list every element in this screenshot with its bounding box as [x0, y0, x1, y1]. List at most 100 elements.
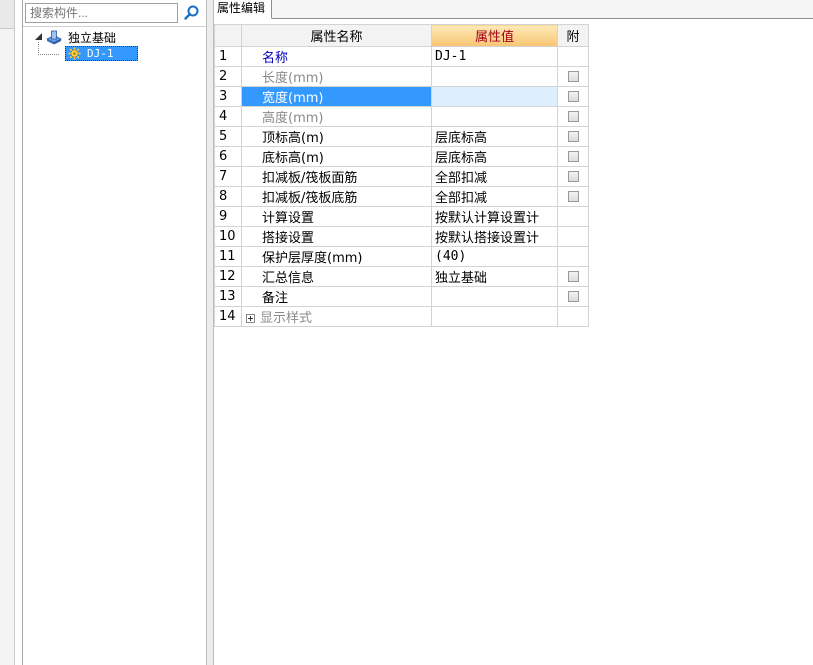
row-number: 6	[214, 146, 242, 167]
attach-cell[interactable]	[557, 106, 589, 127]
attach-cell[interactable]	[557, 126, 589, 147]
property-name-cell[interactable]: 汇总信息	[241, 266, 432, 287]
property-name-cell[interactable]: 长度(mm)	[241, 66, 432, 87]
attach-cell[interactable]	[557, 66, 589, 87]
left-edge-notch	[0, 0, 14, 29]
attach-cell	[557, 306, 589, 327]
attach-checkbox[interactable]	[567, 171, 579, 182]
property-name-cell[interactable]: 计算设置	[241, 206, 432, 227]
attach-checkbox[interactable]	[567, 291, 579, 302]
property-value-cell[interactable]: 独立基础	[431, 266, 558, 287]
tab-bar: 属性编辑	[214, 0, 813, 19]
attach-cell[interactable]	[557, 166, 589, 187]
row-number: 3	[214, 86, 242, 107]
row-number: 7	[214, 166, 242, 187]
attach-checkbox[interactable]	[567, 151, 579, 162]
property-value-cell[interactable]	[431, 306, 558, 327]
attach-cell	[557, 226, 589, 247]
property-value-cell[interactable]	[431, 86, 558, 107]
collapse-triangle-icon[interactable]	[35, 33, 43, 41]
row-number: 10	[214, 226, 242, 247]
attach-cell[interactable]	[557, 186, 589, 207]
attach-checkbox[interactable]	[567, 111, 579, 122]
property-value-cell[interactable]: 按默认计算设置计	[431, 206, 558, 227]
table-row[interactable]: 12 汇总信息 独立基础	[214, 266, 589, 287]
expand-plus-icon[interactable]	[246, 314, 255, 323]
table-row[interactable]: 9 计算设置 按默认计算设置计	[214, 206, 589, 227]
attach-cell[interactable]	[557, 286, 589, 307]
row-number: 13	[214, 286, 242, 307]
property-name-cell[interactable]: 顶标高(m)	[241, 126, 432, 147]
row-number: 14	[214, 306, 242, 327]
property-value-cell[interactable]	[431, 286, 558, 307]
property-grid: 属性名称 属性值 附 1 名称 DJ-1 2 长度(mm) 3 宽度(mm) 4 高度(mm) 5…	[214, 24, 589, 327]
row-number: 4	[214, 106, 242, 127]
table-row[interactable]: 13 备注	[214, 286, 589, 307]
property-name-cell[interactable]: 备注	[241, 286, 432, 307]
property-name-cell[interactable]: 保护层厚度(mm)	[241, 246, 432, 267]
table-row[interactable]: 7 扣减板/筏板面筋 全部扣减	[214, 166, 589, 187]
attach-header[interactable]: 附	[557, 24, 589, 47]
row-number: 8	[214, 186, 242, 207]
row-number: 1	[214, 46, 242, 67]
tab-property-editor[interactable]: 属性编辑	[214, 0, 272, 19]
attach-cell[interactable]	[557, 146, 589, 167]
tree-root-label[interactable]: 独立基础	[68, 30, 116, 46]
property-name-label: 扣减板/筏板底筋	[262, 191, 358, 206]
property-value-cell[interactable]: DJ-1	[431, 46, 558, 67]
table-row[interactable]: 2 长度(mm)	[214, 66, 589, 87]
attach-cell	[557, 246, 589, 267]
table-row[interactable]: 8 扣减板/筏板底筋 全部扣减	[214, 186, 589, 207]
property-name-cell[interactable]: 扣减板/筏板底筋	[241, 186, 432, 207]
table-row[interactable]: 3 宽度(mm)	[214, 86, 589, 107]
grid-header-row: 属性名称 属性值 附	[214, 24, 589, 47]
search-icon[interactable]	[183, 4, 201, 22]
table-row[interactable]: 14 显示样式	[214, 306, 589, 327]
property-name-label: 宽度(mm)	[262, 91, 324, 106]
property-name-cell[interactable]: 扣减板/筏板面筋	[241, 166, 432, 187]
attach-cell	[557, 206, 589, 227]
table-row[interactable]: 1 名称 DJ-1	[214, 46, 589, 67]
property-name-cell[interactable]: 搭接设置	[241, 226, 432, 247]
table-row[interactable]: 6 底标高(m) 层底标高	[214, 146, 589, 167]
property-value-cell[interactable]	[431, 106, 558, 127]
component-tree-panel: 独立基础 DJ-1	[22, 0, 207, 665]
property-name-cell[interactable]: 显示样式	[241, 306, 432, 327]
property-name-label: 长度(mm)	[262, 71, 324, 86]
table-row[interactable]: 4 高度(mm)	[214, 106, 589, 127]
panel-splitter[interactable]	[206, 0, 214, 665]
property-name-header[interactable]: 属性名称	[241, 24, 432, 47]
attach-checkbox[interactable]	[567, 191, 579, 202]
search-input[interactable]	[25, 3, 178, 23]
attach-cell	[557, 46, 589, 67]
property-name-label: 底标高(m)	[262, 151, 324, 166]
tree-item-dj-1[interactable]: DJ-1	[65, 46, 138, 61]
property-name-cell[interactable]: 底标高(m)	[241, 146, 432, 167]
property-value-cell[interactable]: 层底标高	[431, 126, 558, 147]
table-row[interactable]: 5 顶标高(m) 层底标高	[214, 126, 589, 147]
property-name-label: 显示样式	[260, 311, 313, 326]
property-name-cell[interactable]: 名称	[241, 46, 432, 67]
table-row[interactable]: 10 搭接设置 按默认搭接设置计	[214, 226, 589, 247]
attach-cell[interactable]	[557, 86, 589, 107]
attach-checkbox[interactable]	[567, 71, 579, 82]
left-edge-panel	[0, 0, 15, 665]
attach-checkbox[interactable]	[567, 271, 579, 282]
table-row[interactable]: 11 保护层厚度(mm) (40)	[214, 246, 589, 267]
property-name-label: 高度(mm)	[262, 111, 324, 126]
property-value-cell[interactable]: 层底标高	[431, 146, 558, 167]
property-value-cell[interactable]: 按默认搭接设置计	[431, 226, 558, 247]
attach-checkbox[interactable]	[567, 131, 579, 142]
property-value-header[interactable]: 属性值	[431, 24, 558, 47]
row-number: 5	[214, 126, 242, 147]
property-name-label: 扣减板/筏板面筋	[262, 171, 358, 186]
tree-divider	[23, 26, 206, 27]
property-name-cell[interactable]: 宽度(mm)	[241, 86, 432, 107]
attach-cell[interactable]	[557, 266, 589, 287]
property-value-cell[interactable]: 全部扣减	[431, 166, 558, 187]
property-value-cell[interactable]	[431, 66, 558, 87]
property-value-cell[interactable]: (40)	[431, 246, 558, 267]
attach-checkbox[interactable]	[567, 91, 579, 102]
property-name-cell[interactable]: 高度(mm)	[241, 106, 432, 127]
property-value-cell[interactable]: 全部扣减	[431, 186, 558, 207]
